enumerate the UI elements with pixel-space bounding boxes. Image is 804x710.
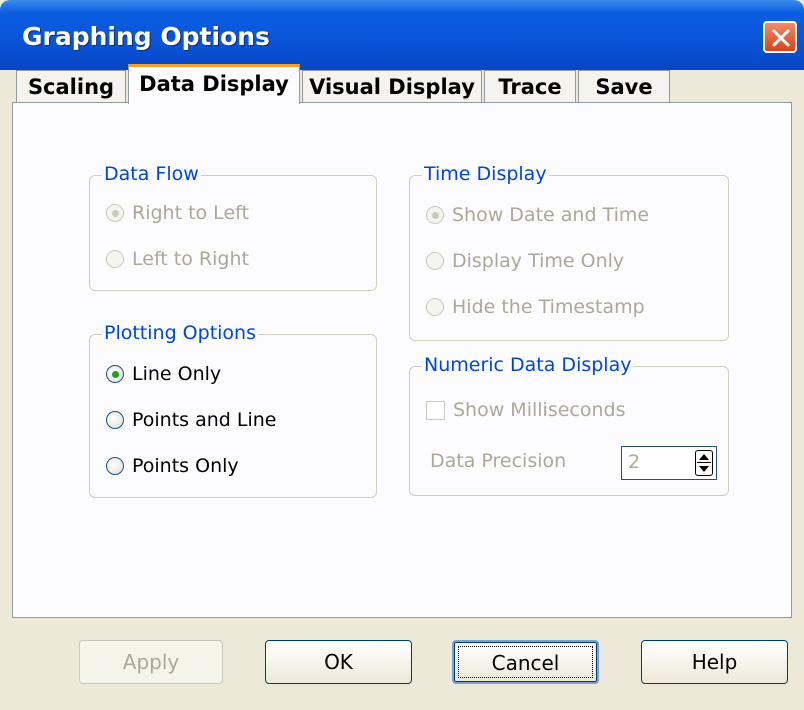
tab-scaling[interactable]: Scaling [16,70,126,104]
radio-button[interactable] [106,365,124,383]
option-label: Show Date and Time [452,204,650,226]
time-display-title: Time Display [422,163,549,185]
radio-button[interactable] [426,298,444,316]
ok-button[interactable]: OK [265,640,412,684]
close-icon [772,29,790,47]
option-label: Line Only [132,363,222,385]
show-milliseconds-label: Show Milliseconds [453,399,626,421]
option-label: Hide the Timestamp [452,296,645,318]
data-precision-spinner[interactable]: 2 [621,446,717,480]
spinner-down-icon[interactable] [699,466,709,472]
tab-save[interactable]: Save [578,70,670,104]
data-precision-value: 2 [628,451,641,473]
option-label: Display Time Only [452,250,625,272]
numeric-data-display-title: Numeric Data Display [422,354,634,376]
close-button[interactable] [763,21,797,53]
numeric-data-display-group: Numeric Data Display Show Milliseconds D… [409,354,729,496]
focus-ring [458,646,593,678]
option-label: Points Only [132,455,239,477]
radio-button[interactable] [426,206,444,224]
radio-button[interactable] [426,252,444,270]
tab-visual-display[interactable]: Visual Display [302,70,482,104]
radio-button[interactable] [106,250,124,268]
show-milliseconds-checkbox[interactable] [426,401,445,420]
radio-button[interactable] [106,411,124,429]
tab-trace[interactable]: Trace [484,70,576,104]
radio-button[interactable] [106,204,124,222]
option-label: Left to Right [132,248,249,270]
graphing-options-dialog: Graphing Options Scaling Data Display Vi… [0,0,804,710]
time-display-group: Time Display Show Date and Time Display … [409,163,729,341]
data-flow-title: Data Flow [102,163,201,185]
option-label: Right to Left [132,202,249,224]
title-bar: Graphing Options [0,0,804,70]
radio-button[interactable] [106,457,124,475]
spinner-buttons[interactable] [695,450,713,476]
apply-button[interactable]: Apply [79,640,223,684]
spinner-up-icon[interactable] [699,454,709,460]
plotting-options-title: Plotting Options [102,322,258,344]
tab-data-display[interactable]: Data Display [128,64,300,104]
plotting-options-group: Plotting Options Line Only Points and Li… [89,322,377,498]
help-button[interactable]: Help [641,640,788,684]
cancel-button[interactable]: Cancel [452,640,599,684]
window-title: Graphing Options [22,22,270,51]
data-display-panel: Data Flow Right to Left Left to Right Pl… [12,102,792,618]
data-precision-label: Data Precision [430,450,567,472]
option-label: Points and Line [132,409,277,431]
data-flow-group: Data Flow Right to Left Left to Right [89,163,377,291]
